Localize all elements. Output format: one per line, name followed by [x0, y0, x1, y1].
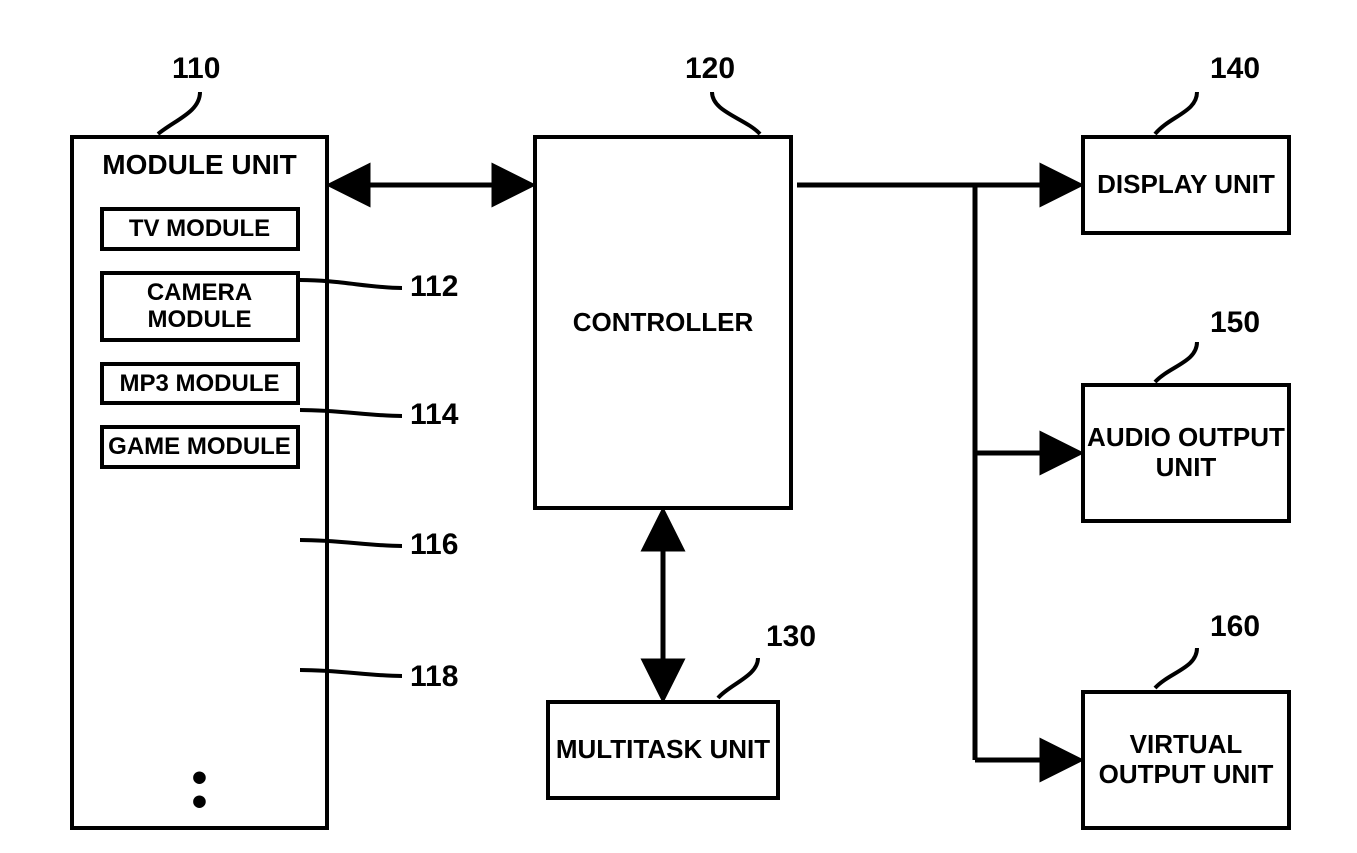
- label-140: 140: [1210, 52, 1260, 86]
- label-120: 120: [685, 52, 735, 86]
- game-module-box: GAME MODULE: [100, 425, 300, 469]
- tick-120: [712, 92, 760, 134]
- virtual-output-unit-label: VIRTUAL OUTPUT UNIT: [1085, 730, 1287, 790]
- mp3-module-box: MP3 MODULE: [100, 362, 300, 406]
- camera-module-box: CAMERA MODULE: [100, 271, 300, 342]
- label-116: 116: [410, 528, 458, 562]
- tick-110: [158, 92, 200, 134]
- display-unit-label: DISPLAY UNIT: [1097, 170, 1275, 200]
- tick-140: [1155, 92, 1197, 134]
- label-114: 114: [410, 398, 458, 432]
- multitask-unit-label: MULTITASK UNIT: [556, 735, 770, 765]
- controller-label: CONTROLLER: [573, 308, 754, 338]
- module-unit-box: MODULE UNIT TV MODULE CAMERA MODULE MP3 …: [70, 135, 329, 830]
- tick-160: [1155, 648, 1197, 688]
- audio-output-unit-label: AUDIO OUTPUT UNIT: [1085, 423, 1287, 483]
- label-118: 118: [410, 660, 458, 694]
- diagram-canvas: MODULE UNIT TV MODULE CAMERA MODULE MP3 …: [0, 0, 1357, 853]
- label-110: 110: [172, 52, 220, 86]
- tv-module-box: TV MODULE: [100, 207, 300, 251]
- multitask-unit-box: MULTITASK UNIT: [546, 700, 780, 800]
- label-130: 130: [766, 620, 816, 654]
- virtual-output-unit-box: VIRTUAL OUTPUT UNIT: [1081, 690, 1291, 830]
- tick-150: [1155, 342, 1197, 382]
- module-unit-inner-stack: TV MODULE CAMERA MODULE MP3 MODULE GAME …: [100, 207, 300, 489]
- label-160: 160: [1210, 610, 1260, 644]
- controller-box: CONTROLLER: [533, 135, 793, 510]
- ellipsis-dots: ••: [192, 766, 207, 814]
- display-unit-box: DISPLAY UNIT: [1081, 135, 1291, 235]
- tick-130: [718, 658, 758, 698]
- audio-output-unit-box: AUDIO OUTPUT UNIT: [1081, 383, 1291, 523]
- label-150: 150: [1210, 306, 1260, 340]
- module-unit-title: MODULE UNIT: [74, 149, 325, 181]
- label-112: 112: [410, 270, 458, 304]
